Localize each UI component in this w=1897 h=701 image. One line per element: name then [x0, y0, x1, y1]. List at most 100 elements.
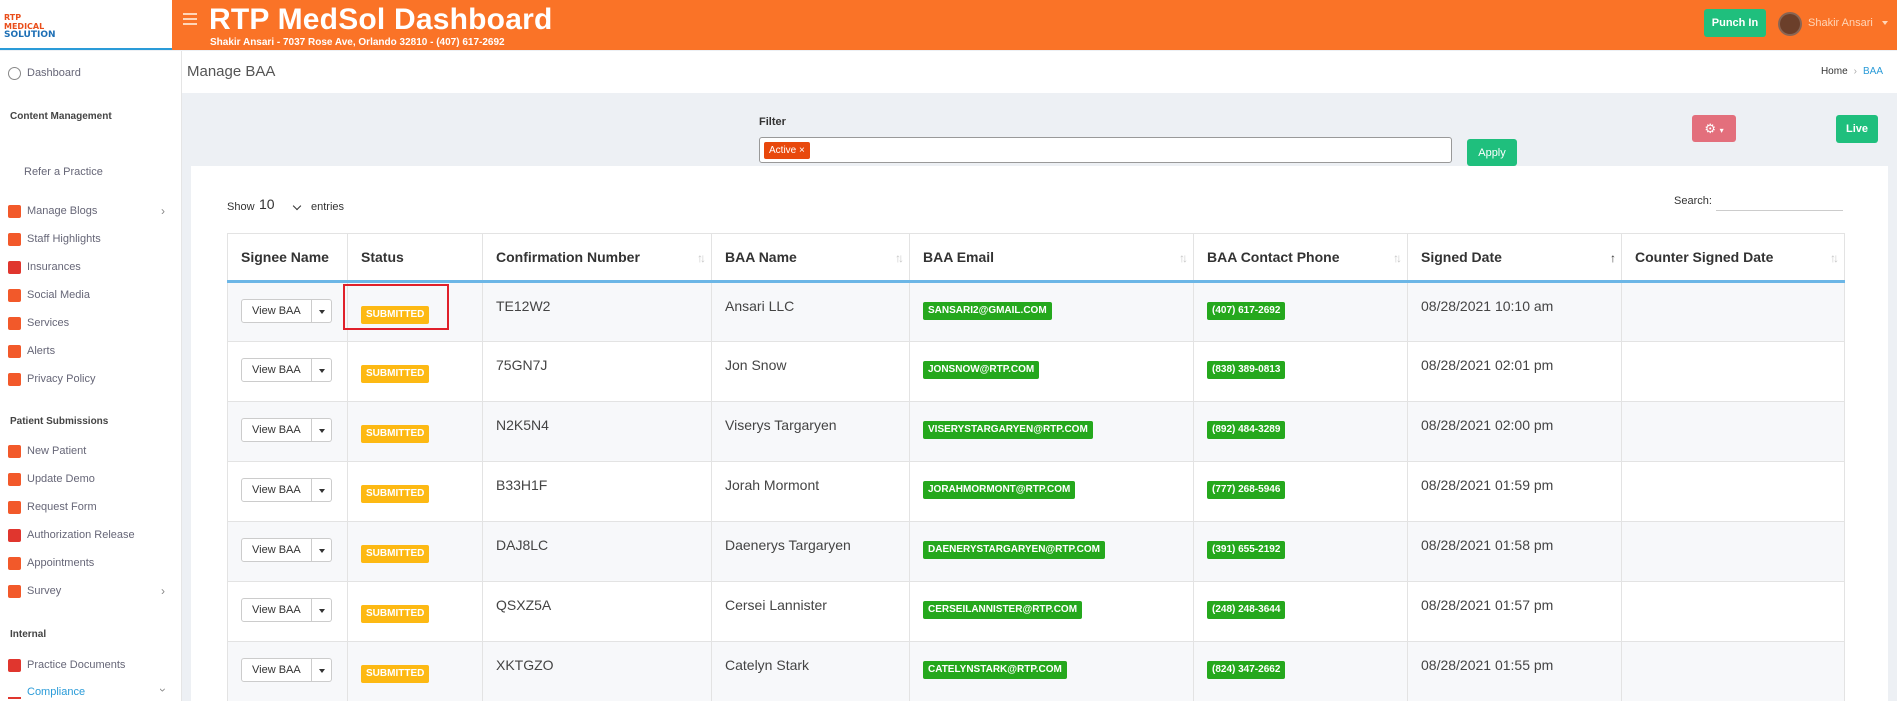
view-baa-button[interactable]: View BAA [241, 299, 312, 323]
view-baa-button[interactable]: View BAA [241, 358, 312, 382]
chevron-right-icon[interactable]: › [161, 584, 165, 598]
caret-down-icon[interactable] [311, 598, 332, 622]
brand-logo[interactable]: RTP MEDICAL SOLUTION [4, 13, 58, 40]
caret-down-icon[interactable] [311, 478, 332, 502]
cell-confirmation: N2K5N4 [482, 401, 712, 462]
cell-signed-date: 08/28/2021 01:59 pm [1407, 461, 1622, 522]
chevron-down-icon[interactable]: › [156, 688, 170, 692]
sidebar-item-label: Dashboard [27, 67, 81, 79]
live-button[interactable]: Live [1836, 115, 1878, 143]
sidebar-item-label: Privacy Policy [27, 373, 96, 385]
filter-tag-active[interactable]: Active × [764, 142, 810, 159]
blog-icon [8, 204, 21, 218]
view-baa-button[interactable]: View BAA [241, 658, 312, 682]
column-header-status[interactable]: Status [347, 233, 483, 283]
sidebar-item-alerts[interactable]: Alerts [8, 342, 55, 360]
sidebar-item-manage-blogs[interactable]: Manage Blogs [8, 202, 97, 220]
sidebar-item-new-patient[interactable]: New Patient [8, 442, 86, 460]
chevron-right-icon[interactable]: › [161, 204, 165, 218]
sidebar-item-privacy-policy[interactable]: Privacy Policy [8, 370, 95, 388]
sidebar-item-label: Insurances [27, 261, 81, 273]
caret-down-icon[interactable] [311, 538, 332, 562]
view-baa-button[interactable]: View BAA [241, 418, 312, 442]
document-icon [8, 500, 21, 514]
punch-in-button[interactable]: Punch In [1704, 9, 1766, 37]
logo-line-1: RTP MEDICAL [4, 13, 45, 31]
column-header-signee-name[interactable]: Signee Name [227, 233, 348, 283]
phone-badge: (407) 617-2692 [1207, 302, 1286, 320]
sidebar-item-refer[interactable]: Refer a Practice [24, 163, 103, 181]
social-media-icon [8, 288, 21, 302]
avatar[interactable] [1778, 12, 1802, 36]
user-name[interactable]: Shakir Ansari [1808, 17, 1873, 29]
search-input[interactable] [1716, 191, 1843, 211]
user-menu-caret-icon[interactable] [1882, 21, 1888, 25]
column-header-confirmation-number[interactable]: Confirmation Number ↑↓ [482, 233, 712, 283]
caret-down-icon[interactable] [311, 358, 332, 382]
cell-confirmation: QSXZ5A [482, 581, 712, 642]
sidebar-item-dashboard[interactable]: Dashboard [8, 64, 81, 82]
column-label: Signed Date [1421, 249, 1502, 265]
sidebar-item-practice-documents[interactable]: Practice Documents [8, 656, 125, 674]
cell-confirmation: 75GN7J [482, 341, 712, 402]
settings-dropdown-button[interactable]: ⚙ ▾ [1692, 115, 1736, 142]
table-header-row: Signee Name Status Confirmation Number ↑↓… [227, 233, 1845, 283]
view-baa-button[interactable]: View BAA [241, 478, 312, 502]
sidebar-item-appointments[interactable]: Appointments [8, 554, 94, 572]
cell-phone: (892) 484-3289 [1193, 401, 1408, 462]
column-header-baa-email[interactable]: BAA Email ↑↓ [909, 233, 1194, 283]
sidebar-item-social-media[interactable]: Social Media [8, 286, 90, 304]
phone-badge: (892) 484-3289 [1207, 421, 1286, 439]
column-label: Signee Name [241, 249, 329, 265]
table-row: View BAA SUBMITTED B33H1F Jorah Mormont … [227, 461, 1845, 522]
table-row: View BAA SUBMITTED QSXZ5A Cersei Lannist… [227, 581, 1845, 642]
cell-confirmation: DAJ8LC [482, 521, 712, 582]
folder-icon [8, 658, 21, 672]
gear-icon: ⚙ [1704, 121, 1716, 136]
column-header-baa-name[interactable]: BAA Name ↑↓ [711, 233, 910, 283]
cell-phone: (407) 617-2692 [1193, 281, 1408, 342]
sidebar-item-request-form[interactable]: Request Form [8, 498, 97, 516]
status-badge: SUBMITTED [361, 485, 430, 503]
sort-icon[interactable]: ↑↓ [1393, 251, 1402, 265]
status-highlight-box [343, 284, 449, 330]
services-icon [8, 316, 21, 330]
sort-icon[interactable]: ↑↓ [1830, 251, 1839, 265]
cell-counter-signed-date [1621, 581, 1845, 642]
sidebar-item-authorization-release[interactable]: Authorization Release [8, 526, 135, 544]
cell-confirmation: XKTGZO [482, 641, 712, 701]
sidebar-item-insurances[interactable]: Insurances [8, 258, 81, 276]
column-header-baa-contact-phone[interactable]: BAA Contact Phone ↑↓ [1193, 233, 1408, 283]
calendar-icon [8, 556, 21, 570]
sort-icon[interactable]: ↑↓ [697, 251, 706, 265]
apply-button[interactable]: Apply [1467, 139, 1517, 166]
column-header-signed-date[interactable]: Signed Date ↑ [1407, 233, 1622, 283]
breadcrumb-home[interactable]: Home [1821, 66, 1848, 77]
caret-down-icon[interactable] [311, 418, 332, 442]
sort-icon[interactable]: ↑↓ [895, 251, 904, 265]
cell-signee: View BAA [227, 401, 348, 462]
sidebar-item-compliance[interactable]: Compliance [8, 683, 85, 701]
view-baa-button[interactable]: View BAA [241, 538, 312, 562]
caret-down-icon[interactable] [311, 658, 332, 682]
filter-input[interactable]: Active × [759, 137, 1452, 163]
sort-icon[interactable]: ↑↓ [1179, 251, 1188, 265]
column-label: Counter Signed Date [1635, 249, 1774, 265]
view-baa-button[interactable]: View BAA [241, 598, 312, 622]
sidebar-item-staff-highlights[interactable]: Staff Highlights [8, 230, 101, 248]
table-row: View BAA SUBMITTED XKTGZO Catelyn Stark … [227, 641, 1845, 701]
column-header-counter-signed-date[interactable]: Counter Signed Date ↑↓ [1621, 233, 1845, 283]
caret-down-icon[interactable] [311, 299, 332, 323]
sidebar-item-services[interactable]: Services [8, 314, 69, 332]
status-badge: SUBMITTED [361, 425, 430, 443]
filter-label: Filter [759, 116, 786, 128]
sort-ascending-icon[interactable]: ↑ [1610, 251, 1616, 265]
cell-baa-name: Ansari LLC [711, 281, 910, 342]
cell-status: SUBMITTED [347, 461, 483, 522]
hamburger-menu-icon[interactable] [183, 13, 197, 27]
sidebar-item-update-demo[interactable]: Update Demo [8, 470, 95, 488]
app-subtitle: Shakir Ansari - 7037 Rose Ave, Orlando 3… [210, 37, 505, 48]
page-size-select[interactable]: 10 [259, 196, 275, 212]
sidebar-item-survey[interactable]: Survey [8, 582, 61, 600]
brand-area[interactable]: RTP MEDICAL SOLUTION [0, 0, 172, 50]
